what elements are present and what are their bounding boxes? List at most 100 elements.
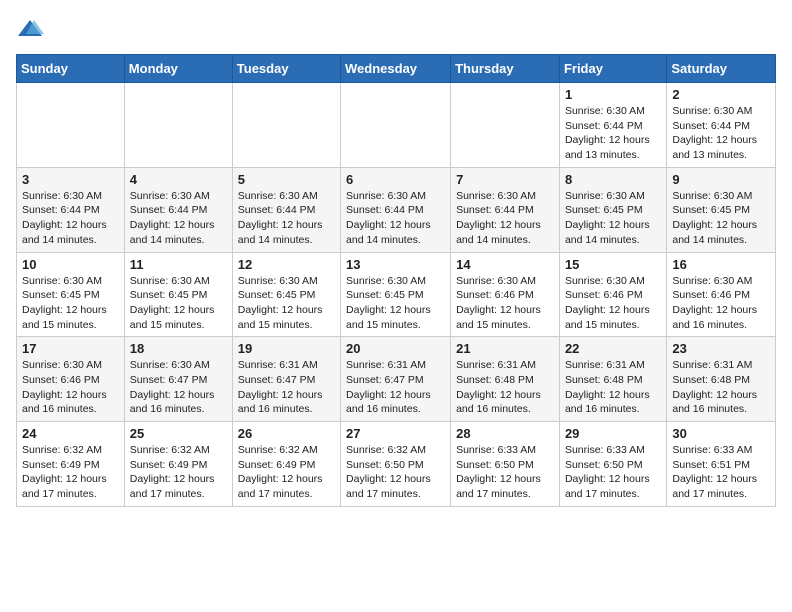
day-info: Sunrise: 6:30 AM Sunset: 6:46 PM Dayligh…: [672, 274, 770, 333]
day-number: 23: [672, 341, 770, 356]
day-number: 22: [565, 341, 661, 356]
day-info: Sunrise: 6:30 AM Sunset: 6:44 PM Dayligh…: [565, 104, 661, 163]
calendar-cell: 10 Sunrise: 6:30 AM Sunset: 6:45 PM Dayli…: [17, 252, 125, 337]
day-number: 12: [238, 257, 335, 272]
day-number: 10: [22, 257, 119, 272]
calendar-cell: 21Sunrise: 6:31 AM Sunset: 6:48 PM Dayli…: [451, 337, 560, 422]
calendar-cell: 27 Sunrise: 6:32 AM Sunset: 6:50 PM Dayli…: [341, 422, 451, 507]
day-info: Sunrise: 6:30 AM Sunset: 6:44 PM Dayligh…: [22, 189, 119, 248]
day-info: Sunrise: 6:30 AM Sunset: 6:46 PM Dayligh…: [22, 358, 119, 417]
day-number: 9: [672, 172, 770, 187]
day-number: 26: [238, 426, 335, 441]
calendar-week-5: 24 Sunrise: 6:32 AM Sunset: 6:49 PM Dayli…: [17, 422, 776, 507]
day-info: Sunrise: 6:30 AM Sunset: 6:47 PM Dayligh…: [130, 358, 227, 417]
calendar-cell: 2 Sunrise: 6:30 AM Sunset: 6:44 PM Daylig…: [667, 83, 776, 168]
day-info: Sunrise: 6:31 AM Sunset: 6:47 PM Dayligh…: [346, 358, 445, 417]
day-info: Sunrise: 6:31 AM Sunset: 6:48 PM Dayligh…: [456, 358, 554, 417]
day-number: 13: [346, 257, 445, 272]
calendar-cell: 14 Sunrise: 6:30 AM Sunset: 6:46 PM Dayli…: [451, 252, 560, 337]
calendar-cell: 20 Sunrise: 6:31 AM Sunset: 6:47 PM Dayli…: [341, 337, 451, 422]
day-number: 6: [346, 172, 445, 187]
day-number: 20: [346, 341, 445, 356]
day-info: Sunrise: 6:30 AM Sunset: 6:45 PM Dayligh…: [22, 274, 119, 333]
day-number: 2: [672, 87, 770, 102]
calendar-cell: 6 Sunrise: 6:30 AM Sunset: 6:44 PM Daylig…: [341, 167, 451, 252]
calendar-cell: 12 Sunrise: 6:30 AM Sunset: 6:45 PM Dayli…: [232, 252, 340, 337]
day-info: Sunrise: 6:30 AM Sunset: 6:45 PM Dayligh…: [238, 274, 335, 333]
calendar-cell: 26 Sunrise: 6:32 AM Sunset: 6:49 PM Dayli…: [232, 422, 340, 507]
day-info: Sunrise: 6:32 AM Sunset: 6:49 PM Dayligh…: [22, 443, 119, 502]
day-info: Sunrise: 6:32 AM Sunset: 6:49 PM Dayligh…: [238, 443, 335, 502]
calendar-cell: 24 Sunrise: 6:32 AM Sunset: 6:49 PM Dayli…: [17, 422, 125, 507]
day-number: 17: [22, 341, 119, 356]
calendar-week-4: 17 Sunrise: 6:30 AM Sunset: 6:46 PM Dayli…: [17, 337, 776, 422]
calendar-table: SundayMondayTuesdayWednesdayThursdayFrid…: [16, 54, 776, 507]
day-number: 18: [130, 341, 227, 356]
calendar-cell: 16 Sunrise: 6:30 AM Sunset: 6:46 PM Dayli…: [667, 252, 776, 337]
day-info: Sunrise: 6:30 AM Sunset: 6:44 PM Dayligh…: [456, 189, 554, 248]
day-info: Sunrise: 6:30 AM Sunset: 6:44 PM Dayligh…: [238, 189, 335, 248]
calendar-cell: 23 Sunrise: 6:31 AM Sunset: 6:48 PM Dayli…: [667, 337, 776, 422]
day-info: Sunrise: 6:33 AM Sunset: 6:51 PM Dayligh…: [672, 443, 770, 502]
day-info: Sunrise: 6:30 AM Sunset: 6:45 PM Dayligh…: [672, 189, 770, 248]
calendar-cell: 30Sunrise: 6:33 AM Sunset: 6:51 PM Dayli…: [667, 422, 776, 507]
calendar-cell: 1 Sunrise: 6:30 AM Sunset: 6:44 PM Daylig…: [559, 83, 666, 168]
day-number: 5: [238, 172, 335, 187]
page: SundayMondayTuesdayWednesdayThursdayFrid…: [0, 0, 792, 612]
day-info: Sunrise: 6:32 AM Sunset: 6:49 PM Dayligh…: [130, 443, 227, 502]
day-number: 8: [565, 172, 661, 187]
weekday-header-friday: Friday: [559, 55, 666, 83]
weekday-header-tuesday: Tuesday: [232, 55, 340, 83]
weekday-header-thursday: Thursday: [451, 55, 560, 83]
day-info: Sunrise: 6:33 AM Sunset: 6:50 PM Dayligh…: [456, 443, 554, 502]
day-info: Sunrise: 6:30 AM Sunset: 6:44 PM Dayligh…: [346, 189, 445, 248]
day-info: Sunrise: 6:30 AM Sunset: 6:44 PM Dayligh…: [672, 104, 770, 163]
day-number: 7: [456, 172, 554, 187]
day-info: Sunrise: 6:31 AM Sunset: 6:48 PM Dayligh…: [672, 358, 770, 417]
calendar-cell: 19Sunrise: 6:31 AM Sunset: 6:47 PM Dayli…: [232, 337, 340, 422]
calendar-cell: 29 Sunrise: 6:33 AM Sunset: 6:50 PM Dayli…: [559, 422, 666, 507]
day-info: Sunrise: 6:33 AM Sunset: 6:50 PM Dayligh…: [565, 443, 661, 502]
logo: [16, 16, 48, 44]
day-info: Sunrise: 6:30 AM Sunset: 6:45 PM Dayligh…: [565, 189, 661, 248]
calendar-cell: [232, 83, 340, 168]
day-number: 19: [238, 341, 335, 356]
weekday-header-monday: Monday: [124, 55, 232, 83]
calendar-cell: [17, 83, 125, 168]
calendar-week-1: 1 Sunrise: 6:30 AM Sunset: 6:44 PM Daylig…: [17, 83, 776, 168]
calendar-cell: 28Sunrise: 6:33 AM Sunset: 6:50 PM Dayli…: [451, 422, 560, 507]
header: [16, 16, 776, 44]
day-number: 14: [456, 257, 554, 272]
day-info: Sunrise: 6:32 AM Sunset: 6:50 PM Dayligh…: [346, 443, 445, 502]
day-number: 16: [672, 257, 770, 272]
calendar-header-row: SundayMondayTuesdayWednesdayThursdayFrid…: [17, 55, 776, 83]
calendar-cell: 18 Sunrise: 6:30 AM Sunset: 6:47 PM Dayli…: [124, 337, 232, 422]
calendar-cell: [341, 83, 451, 168]
calendar-cell: 9 Sunrise: 6:30 AM Sunset: 6:45 PM Daylig…: [667, 167, 776, 252]
calendar-cell: [451, 83, 560, 168]
calendar-cell: 13 Sunrise: 6:30 AM Sunset: 6:45 PM Dayli…: [341, 252, 451, 337]
day-number: 15: [565, 257, 661, 272]
day-number: 27: [346, 426, 445, 441]
day-number: 25: [130, 426, 227, 441]
calendar-cell: 5 Sunrise: 6:30 AM Sunset: 6:44 PM Daylig…: [232, 167, 340, 252]
calendar-week-2: 3 Sunrise: 6:30 AM Sunset: 6:44 PM Daylig…: [17, 167, 776, 252]
day-number: 3: [22, 172, 119, 187]
weekday-header-wednesday: Wednesday: [341, 55, 451, 83]
calendar-week-3: 10 Sunrise: 6:30 AM Sunset: 6:45 PM Dayli…: [17, 252, 776, 337]
calendar-cell: 25 Sunrise: 6:32 AM Sunset: 6:49 PM Dayli…: [124, 422, 232, 507]
day-info: Sunrise: 6:30 AM Sunset: 6:45 PM Dayligh…: [130, 274, 227, 333]
day-info: Sunrise: 6:31 AM Sunset: 6:48 PM Dayligh…: [565, 358, 661, 417]
day-number: 11: [130, 257, 227, 272]
day-number: 1: [565, 87, 661, 102]
weekday-header-saturday: Saturday: [667, 55, 776, 83]
day-number: 24: [22, 426, 119, 441]
day-info: Sunrise: 6:30 AM Sunset: 6:46 PM Dayligh…: [565, 274, 661, 333]
day-info: Sunrise: 6:30 AM Sunset: 6:45 PM Dayligh…: [346, 274, 445, 333]
calendar-cell: 17 Sunrise: 6:30 AM Sunset: 6:46 PM Dayli…: [17, 337, 125, 422]
calendar-cell: 7 Sunrise: 6:30 AM Sunset: 6:44 PM Daylig…: [451, 167, 560, 252]
day-number: 29: [565, 426, 661, 441]
calendar-cell: 11 Sunrise: 6:30 AM Sunset: 6:45 PM Dayli…: [124, 252, 232, 337]
day-info: Sunrise: 6:30 AM Sunset: 6:46 PM Dayligh…: [456, 274, 554, 333]
calendar-cell: 8 Sunrise: 6:30 AM Sunset: 6:45 PM Daylig…: [559, 167, 666, 252]
